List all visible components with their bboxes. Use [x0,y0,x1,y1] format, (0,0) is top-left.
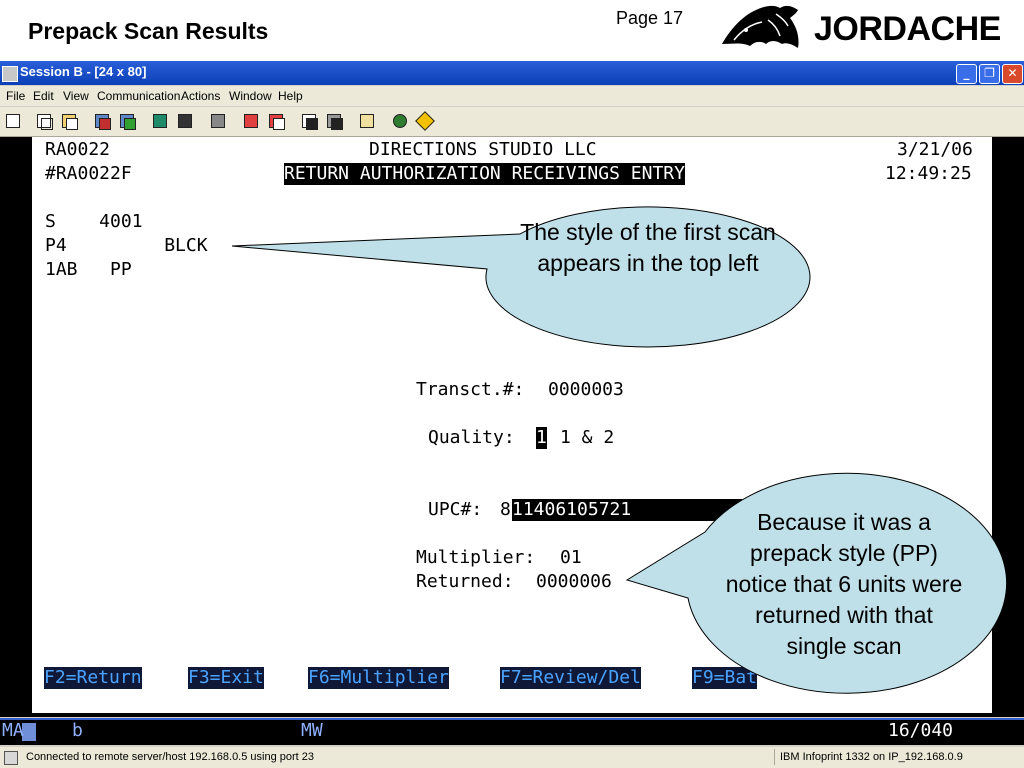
clipboard-icon[interactable] [357,111,377,131]
multiplier-label: Multiplier: [416,547,536,568]
macro-icon[interactable] [208,111,228,131]
page-number: Page 17 [616,8,684,28]
screen-title: RETURN AUTHORIZATION RECEIVINGS ENTRY [284,163,685,185]
format-id: #RA0022F [45,163,132,184]
menu-file[interactable]: File [6,89,25,103]
close-button[interactable]: ✕ [1002,64,1023,84]
print-screen-icon[interactable] [3,111,23,131]
connection-status: Connected to remote server/host 192.168.… [26,751,315,763]
quality-options: 1 & 2 [560,427,615,448]
upc-label: UPC#: [428,499,483,520]
minimize-button[interactable]: _ [956,64,977,84]
transaction-value: 0000003 [548,379,624,400]
horse-head-icon [722,5,799,48]
upc-field[interactable]: 11406105721 [512,499,742,521]
operator-status-line: MA b MW 16/040 [0,718,1024,745]
company-name: DIRECTIONS STUDIO LLC [369,139,597,160]
status-mode: MA [2,720,24,741]
returned-label: Returned: [416,571,514,592]
transaction-label: Transct.#: [416,379,525,400]
restore-button[interactable]: ❐ [979,64,1000,84]
f6-multiplier-key[interactable]: F6=Multiplier [308,667,449,689]
menu-window[interactable]: Window [229,89,272,103]
window-titlebar[interactable]: Session B - [24 x 80] _ ❐ ✕ [0,61,1024,85]
paste-icon[interactable] [59,111,79,131]
menu-communication[interactable]: Communication [97,89,180,103]
receive-icon[interactable] [117,111,137,131]
printer-status: IBM Infoprint 1332 on IP_192.168.0.9 [780,751,963,763]
menu-view[interactable]: View [63,89,89,103]
copy-icon[interactable] [34,111,54,131]
status-field: b [72,720,83,741]
menu-actions[interactable]: Actions [181,89,220,103]
screen-time: 12:49:25 [885,163,972,184]
window-status-bar: Connected to remote server/host 192.168.… [0,747,1024,768]
help-icon[interactable] [415,111,435,131]
toolbar [0,107,1024,137]
style-line-1: S 4001 [45,211,143,232]
settings-icon[interactable] [324,111,344,131]
status-indicator: MW [301,720,323,741]
menu-edit[interactable]: Edit [33,89,54,103]
menu-bar: File Edit View Communication Actions Win… [0,86,1024,106]
menu-help[interactable]: Help [278,89,303,103]
style-line-2: P4 BLCK [45,235,208,256]
status-separator [774,749,775,765]
slide-title: Prepack Scan Results [28,18,269,44]
f2-return-key[interactable]: F2=Return [44,667,142,689]
program-id: RA0022 [45,139,111,160]
play-icon[interactable] [266,111,286,131]
session-icon[interactable] [2,66,18,82]
returned-value: 0000006 [536,571,612,592]
f3-exit-key[interactable]: F3=Exit [188,667,264,689]
quality-field[interactable]: 1 [536,427,547,449]
style-line-3: 1AB PP [45,259,132,280]
cursor-indicator [22,723,36,741]
screen-date: 3/21/06 [897,139,973,160]
brand-name: JORDACHE [814,10,1001,48]
brand-logo: JORDACHE [712,0,1022,58]
status-divider [0,718,1024,720]
f7-review-key[interactable]: F7=Review/Del [500,667,641,689]
window-title: Session B - [24 x 80] [20,64,147,79]
f9-batch-key[interactable]: F9=Bat [692,667,758,689]
send-icon[interactable] [92,111,112,131]
callout-top-text: The style of the first scan appears in t… [520,219,776,276]
cursor-position: 16/040 [888,720,954,741]
multiplier-value: 01 [560,547,582,568]
upc-first-digit[interactable]: 8 [500,499,511,521]
callout-bottom-text: Because it was a prepack style (PP) noti… [725,509,963,659]
globe-icon[interactable] [390,111,410,131]
keypad-icon[interactable] [175,111,195,131]
stop-icon[interactable] [299,111,319,131]
display-icon[interactable] [150,111,170,131]
connection-icon [4,751,18,765]
quality-label: Quality: [428,427,515,448]
record-icon[interactable] [241,111,261,131]
